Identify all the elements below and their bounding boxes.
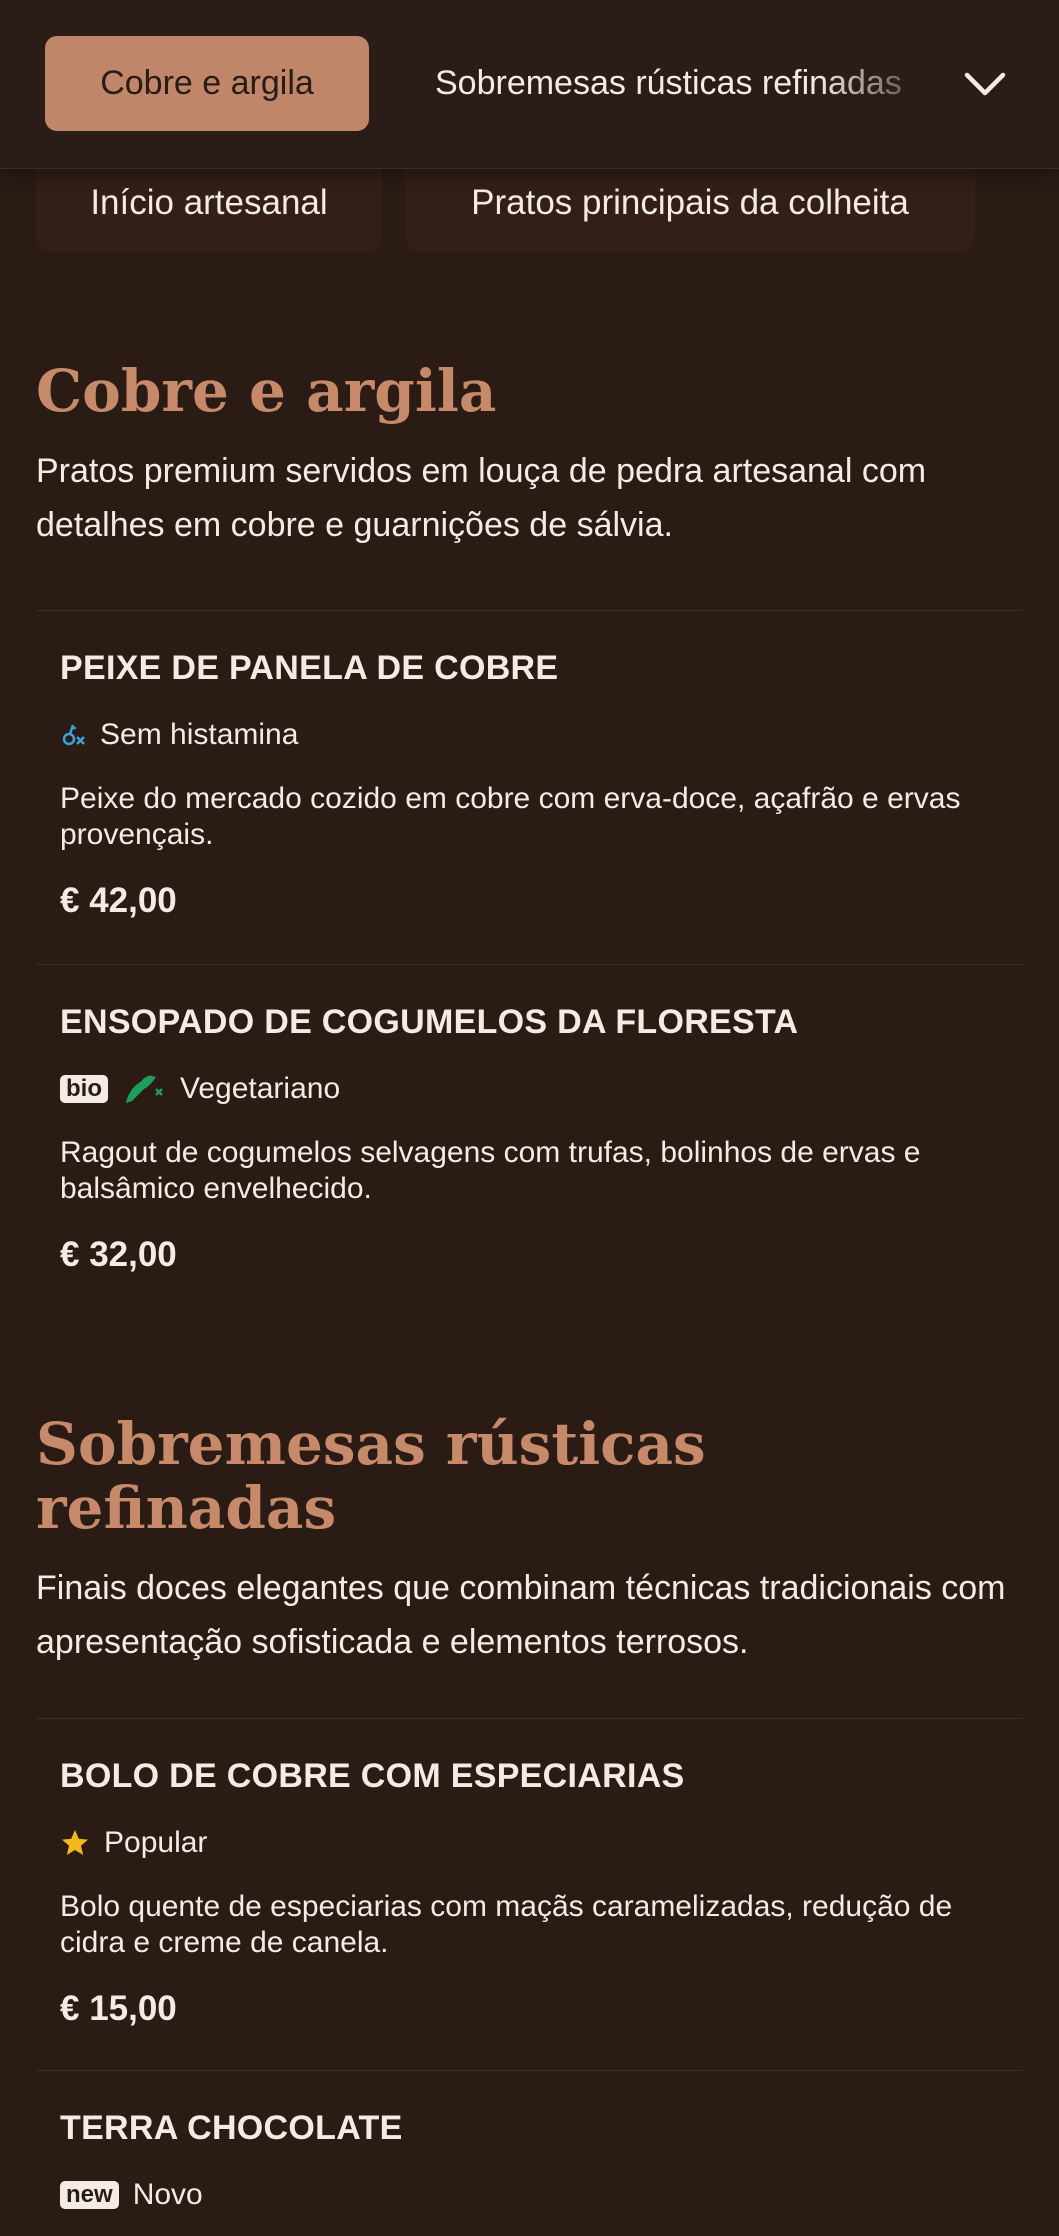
item-price: € 15,00 xyxy=(60,1989,177,2028)
tag-label: Popular xyxy=(104,1826,208,1859)
item-description: Peixe do mercado cozido em cobre com erv… xyxy=(60,782,961,851)
section-title: Sobremesas rústicas refinadas xyxy=(36,1410,706,1542)
item-tags: Popular xyxy=(60,1823,207,1863)
tag-label: Sem histamina xyxy=(100,718,299,751)
item-price: € 42,00 xyxy=(60,881,177,920)
item-name: TERRA CHOCOLATE xyxy=(60,2109,403,2147)
item-name: PEIXE DE PANELA DE COBRE xyxy=(60,649,559,687)
item-tags: Sem histamina xyxy=(60,715,298,755)
category-pratos-principais[interactable]: Pratos principais da colheita xyxy=(405,168,975,252)
tag-label: Vegetariano xyxy=(180,1072,341,1105)
section-sobremesas: Sobremesas rústicas refinadas Finais doc… xyxy=(36,1410,1022,1669)
item-name: BOLO DE COBRE COM ESPECIARIAS xyxy=(60,1757,685,1795)
histamine-free-icon xyxy=(60,721,86,749)
category-inicio-artesanal[interactable]: Início artesanal xyxy=(36,168,382,252)
star-icon xyxy=(60,1828,90,1858)
section-description: Pratos premium servidos em louça de pedr… xyxy=(36,451,927,544)
tab-sobremesas[interactable]: Sobremesas rústicas refinadas xyxy=(435,36,945,131)
section-description: Finais doces elegantes que combinam técn… xyxy=(36,1568,1006,1661)
section-title: Cobre e argila xyxy=(36,357,497,425)
tab-cobre-e-argila[interactable]: Cobre e argila xyxy=(45,36,369,131)
section-cobre-e-argila: Cobre e argila Pratos premium servidos e… xyxy=(36,357,1022,552)
bio-badge: bio xyxy=(60,1075,108,1103)
item-tags: bio Vegetariano xyxy=(60,1069,340,1109)
menu-item[interactable]: PEIXE DE PANELA DE COBRE Sem histamina P… xyxy=(36,610,1022,965)
item-tags: new Novo xyxy=(60,2175,203,2215)
vegetarian-icon xyxy=(122,1071,166,1107)
item-price: € 32,00 xyxy=(60,1235,177,1274)
section-nav-bar: Cobre e argila Sobremesas rústicas refin… xyxy=(0,0,1059,169)
menu-item[interactable]: BOLO DE COBRE COM ESPECIARIAS Popular Bo… xyxy=(36,1718,1022,2071)
item-name: ENSOPADO DE COGUMELOS DA FLORESTA xyxy=(60,1003,799,1041)
item-description: Ragout de cogumelos selvagens com trufas… xyxy=(60,1136,921,1205)
menu-item[interactable]: ENSOPADO DE COGUMELOS DA FLORESTA bio Ve… xyxy=(36,964,1022,1325)
menu-item[interactable]: TERRA CHOCOLATE new Novo xyxy=(36,2070,1022,2236)
tag-label: Novo xyxy=(132,2178,203,2211)
item-description: Bolo quente de especiarias com maçãs car… xyxy=(60,1890,953,1959)
chevron-down-icon[interactable] xyxy=(960,58,1010,108)
new-badge: new xyxy=(60,2181,119,2209)
